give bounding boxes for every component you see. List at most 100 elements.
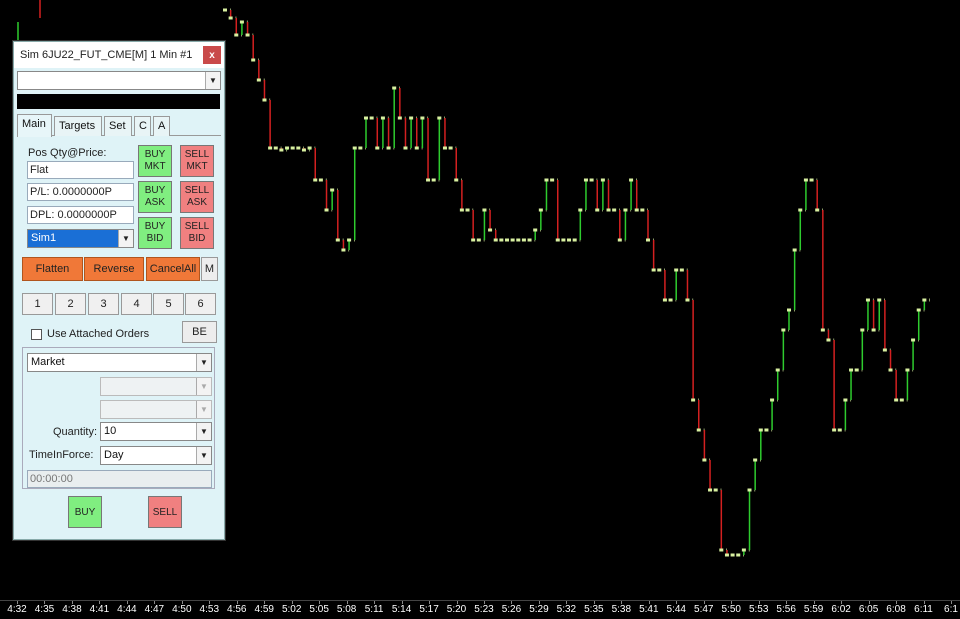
time-label: 4:53 <box>199 604 220 615</box>
tab-targets[interactable]: Targets <box>54 116 102 136</box>
position-label: Pos Qty@Price: <box>28 147 107 159</box>
time-label: 4:38 <box>62 604 82 615</box>
chevron-down-icon[interactable]: ▼ <box>118 230 133 247</box>
time-label: 5:56 <box>776 604 796 615</box>
good-till-time-field[interactable]: 00:00:00 <box>27 470 212 488</box>
title-bar[interactable]: Sim 6JU22_FUT_CME[M] 1 Min #1 x <box>14 42 224 68</box>
buy-button[interactable]: BUY <box>68 496 102 528</box>
time-label: 6:02 <box>831 604 851 615</box>
sell-market-sublabel: MKT <box>186 161 208 172</box>
time-label: 4:35 <box>34 604 55 615</box>
time-label: 4:59 <box>254 604 274 615</box>
sell-bid-button[interactable]: SELL BID <box>180 217 214 249</box>
m-button[interactable]: M <box>201 257 218 281</box>
time-label: 5:38 <box>611 604 632 615</box>
window-title: Sim 6JU22_FUT_CME[M] 1 Min #1 <box>20 49 193 61</box>
sell-ask-label: SELL <box>184 185 210 196</box>
buy-market-label: BUY <box>144 149 166 160</box>
reverse-button[interactable]: Reverse <box>84 257 144 281</box>
tab-main[interactable]: Main <box>17 114 52 137</box>
symbol-combo[interactable]: ▼ <box>17 71 221 90</box>
time-label: 4:44 <box>117 604 137 615</box>
time-label: 4:47 <box>144 604 165 615</box>
chevron-down-icon[interactable]: ▼ <box>196 447 211 464</box>
chevron-down-icon[interactable]: ▼ <box>205 72 220 89</box>
use-attached-orders-checkbox[interactable] <box>31 329 42 340</box>
quantity-label: Quantity: <box>53 426 98 438</box>
time-label: 5:53 <box>748 604 769 615</box>
chevron-down-icon[interactable]: ▼ <box>196 423 211 440</box>
tab-set[interactable]: Set <box>104 116 132 136</box>
buy-bid-button[interactable]: BUY BID <box>138 217 172 249</box>
tab-strip: Main Targets Set C A <box>17 114 221 137</box>
time-label: 5:29 <box>529 604 549 615</box>
time-label: 4:41 <box>89 604 110 615</box>
time-label: 5:47 <box>694 604 714 615</box>
time-label: 5:05 <box>309 604 329 615</box>
sell-ask-button[interactable]: SELL ASK <box>180 181 214 213</box>
buy-ask-label: BUY <box>144 185 166 196</box>
quantity-preset-6[interactable]: 6 <box>185 293 216 315</box>
sell-market-button[interactable]: SELL MKT <box>180 145 214 177</box>
time-label: 4:50 <box>172 604 192 615</box>
quantity-select[interactable]: 10 ▼ <box>100 422 212 441</box>
time-label: 4:32 <box>7 604 27 615</box>
quantity-preset-4[interactable]: 4 <box>121 293 152 315</box>
quantity-preset-1[interactable]: 1 <box>22 293 53 315</box>
time-label: 6:08 <box>886 604 906 615</box>
quantity-value: 10 <box>104 425 117 437</box>
quantity-preset-3[interactable]: 3 <box>88 293 119 315</box>
time-label: 4:56 <box>227 604 247 615</box>
sell-market-label: SELL <box>184 149 210 160</box>
trade-window[interactable]: Sim 6JU22_FUT_CME[M] 1 Min #1 x ▼ Main T… <box>13 41 225 540</box>
time-label: 5:26 <box>501 604 522 615</box>
price-select-2[interactable]: ▼ <box>100 400 212 419</box>
time-label: 6:1 <box>944 604 958 615</box>
buy-bid-label: BUY <box>144 221 166 232</box>
time-label: 5:02 <box>281 604 302 615</box>
sell-button[interactable]: SELL <box>148 496 182 528</box>
time-label: 5:44 <box>666 604 686 615</box>
time-label: 5:41 <box>639 604 659 615</box>
sell-ask-sublabel: ASK <box>186 197 207 208</box>
order-type-value: Market <box>31 356 65 368</box>
chevron-down-icon[interactable]: ▼ <box>196 354 211 371</box>
dpl-field: DPL: 0.0000000P <box>27 206 134 224</box>
tab-a[interactable]: A <box>153 116 170 136</box>
time-label: 5:14 <box>391 604 412 615</box>
buy-ask-button[interactable]: BUY ASK <box>138 181 172 213</box>
flatten-button[interactable]: Flatten <box>22 257 83 281</box>
sell-bid-label: SELL <box>184 221 210 232</box>
chevron-down-icon[interactable]: ▼ <box>196 378 211 395</box>
pl-field: P/L: 0.0000000P <box>27 183 134 201</box>
price-select-1[interactable]: ▼ <box>100 377 212 396</box>
account-select[interactable]: Sim1 ▼ <box>27 229 134 248</box>
time-label: 5:20 <box>446 604 467 615</box>
buy-market-button[interactable]: BUY MKT <box>138 145 172 177</box>
buy-market-sublabel: MKT <box>144 161 166 172</box>
sell-bid-sublabel: BID <box>188 233 206 244</box>
tab-c[interactable]: C <box>134 116 151 136</box>
time-label: 5:50 <box>721 604 741 615</box>
time-in-force-label: TimeInForce: <box>29 449 94 461</box>
chevron-down-icon[interactable]: ▼ <box>196 401 211 418</box>
order-type-select[interactable]: Market ▼ <box>27 353 212 372</box>
quantity-preset-2[interactable]: 2 <box>55 293 86 315</box>
close-button[interactable]: x <box>203 46 221 64</box>
buy-bid-sublabel: BID <box>146 233 164 244</box>
quantity-preset-5[interactable]: 5 <box>153 293 184 315</box>
be-button[interactable]: BE <box>182 321 217 343</box>
time-in-force-select[interactable]: Day ▼ <box>100 446 212 465</box>
time-label: 5:35 <box>584 604 604 615</box>
time-axis: 4:32 4:35 4:38 4:41 4:44 4:47 4:50 4:53 4:56 4:59… <box>0 600 960 619</box>
account-select-value: Sim1 <box>31 232 57 244</box>
status-bar <box>17 94 220 109</box>
time-label: 5:59 <box>803 604 824 615</box>
time-label: 5:11 <box>364 604 384 615</box>
time-label: 6:05 <box>858 604 879 615</box>
buy-ask-sublabel: ASK <box>144 197 165 208</box>
time-label: 5:32 <box>556 604 577 615</box>
cancel-all-button[interactable]: CancelAll <box>146 257 200 281</box>
time-label: 6:11 <box>914 604 933 615</box>
position-qty-field: Flat <box>27 161 134 179</box>
